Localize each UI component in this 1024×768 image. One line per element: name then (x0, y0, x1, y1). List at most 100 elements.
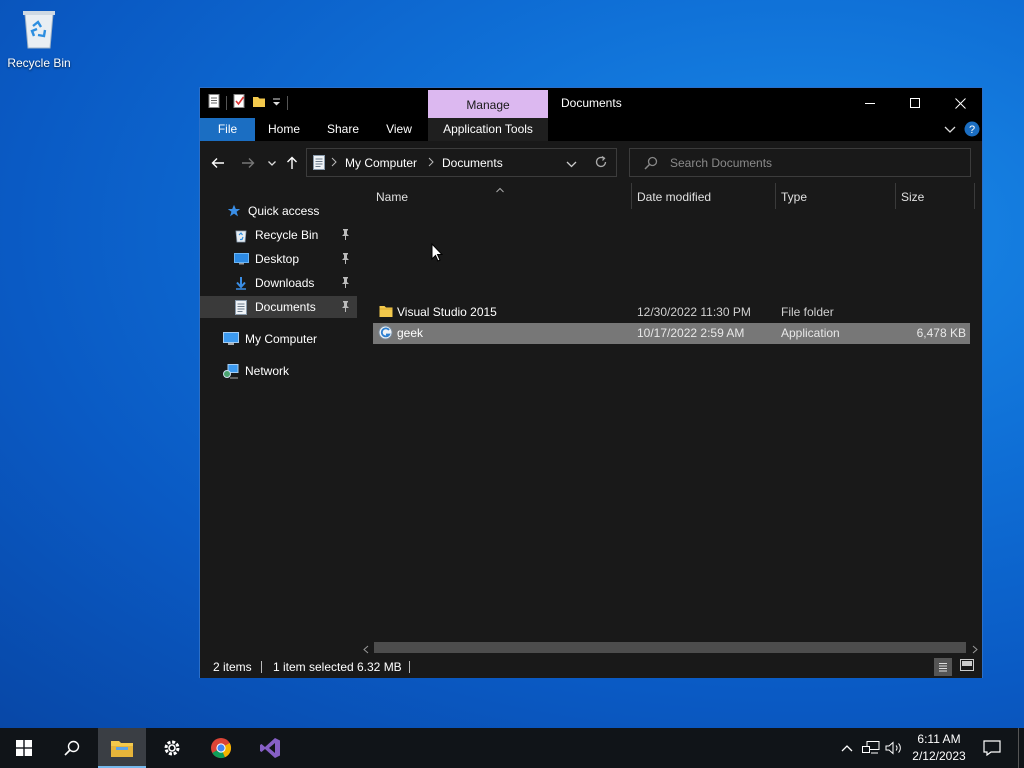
table-row[interactable]: Visual Studio 2015 12/30/2022 11:30 PM F… (373, 302, 970, 323)
file-explorer-icon (111, 741, 133, 757)
taskbar-file-explorer[interactable] (98, 728, 146, 768)
tab-view[interactable]: View (382, 118, 416, 141)
breadcrumb-my-computer[interactable]: My Computer (345, 156, 417, 170)
show-hidden-icons-button[interactable] (838, 728, 856, 768)
sidebar-item-documents[interactable]: Documents (200, 296, 357, 318)
taskbar-visual-studio[interactable] (246, 728, 294, 768)
properties-check-icon[interactable] (233, 94, 246, 111)
breadcrumb-documents[interactable]: Documents (442, 156, 503, 170)
download-arrow-icon (233, 275, 249, 291)
quick-access-toolbar (208, 94, 288, 111)
sidebar-item-label: Recycle Bin (255, 228, 319, 242)
sidebar-item-downloads[interactable]: Downloads (200, 272, 357, 294)
search-placeholder: Search Documents (670, 156, 773, 170)
pin-icon[interactable] (340, 300, 351, 315)
refresh-icon[interactable] (594, 155, 608, 172)
sidebar-item-label: Network (245, 364, 290, 378)
scroll-right-icon[interactable] (972, 643, 978, 657)
tab-application-tools[interactable]: Application Tools (428, 118, 548, 141)
status-item-count: 2 items (213, 660, 252, 674)
chevron-down-icon (268, 161, 276, 166)
back-button[interactable] (208, 153, 228, 173)
show-desktop-button[interactable] (1018, 728, 1019, 768)
status-selected: 1 item selected (273, 660, 354, 674)
tab-file[interactable]: File (200, 118, 255, 141)
recent-locations-button[interactable] (262, 153, 282, 173)
start-button[interactable] (0, 728, 48, 768)
up-button[interactable] (282, 153, 302, 173)
new-folder-icon[interactable] (252, 94, 266, 111)
volume-tray-button[interactable] (884, 728, 904, 768)
minimize-button[interactable] (847, 88, 893, 118)
large-icons-view-button[interactable] (960, 659, 974, 674)
details-view-button[interactable] (934, 658, 952, 676)
sidebar-item-quick-access[interactable]: Quick access (200, 200, 357, 222)
breadcrumb-separator-icon (331, 156, 337, 170)
taskbar-chrome[interactable] (197, 728, 245, 768)
document-properties-icon[interactable] (208, 94, 220, 111)
sidebar-item-label: Downloads (255, 276, 315, 290)
documents-icon (233, 299, 249, 315)
search-button[interactable] (48, 728, 96, 768)
visual-studio-icon (260, 738, 280, 758)
sidebar-item-network[interactable]: Network (200, 360, 357, 382)
speaker-icon (885, 741, 901, 755)
search-input[interactable]: Search Documents (629, 148, 971, 177)
file-type: Application (781, 326, 840, 340)
address-row: My Computer Documents Search Documents (200, 141, 982, 183)
desktop-icon-recycle-bin[interactable]: Recycle Bin (4, 6, 74, 70)
taskbar-clock[interactable]: 6:11 AM 2/12/2023 (905, 731, 973, 765)
sidebar-item-desktop[interactable]: Desktop (200, 248, 357, 270)
clock-time: 6:11 AM (917, 732, 961, 746)
status-bar: 2 items 1 item selected 6.32 MB (200, 656, 982, 678)
address-history-icon[interactable] (566, 158, 577, 172)
recycle-bin-icon (233, 227, 249, 243)
column-header-date-modified[interactable]: Date modified (631, 183, 775, 211)
pin-icon[interactable] (340, 252, 351, 267)
sidebar-item-my-computer[interactable]: My Computer (200, 328, 357, 350)
file-name: geek (397, 326, 424, 340)
title-bar[interactable]: Manage Documents (200, 88, 982, 118)
tab-manage[interactable]: Manage (428, 90, 548, 118)
file-date: 12/30/2022 11:30 PM (637, 305, 751, 319)
column-header-size[interactable]: Size (895, 183, 975, 211)
mouse-cursor-icon (431, 242, 444, 265)
horizontal-scrollbar[interactable] (360, 639, 982, 656)
maximize-button[interactable] (892, 88, 938, 118)
taskbar-settings[interactable] (148, 728, 196, 768)
column-header-name[interactable]: Name (360, 183, 631, 211)
minimize-icon (865, 103, 875, 104)
windows-logo-icon (16, 740, 32, 756)
tab-share[interactable]: Share (322, 118, 364, 141)
forward-button[interactable] (238, 153, 258, 173)
column-header-type[interactable]: Type (775, 183, 895, 211)
folder-icon (379, 304, 393, 321)
sidebar-item-label: Desktop (255, 252, 300, 266)
pin-icon[interactable] (340, 276, 351, 291)
help-icon[interactable]: ? (964, 121, 980, 140)
close-button[interactable] (937, 88, 983, 118)
file-type: File folder (781, 305, 834, 319)
tab-home[interactable]: Home (264, 118, 304, 141)
pin-icon[interactable] (340, 228, 351, 243)
arrow-left-icon (211, 158, 224, 168)
application-icon (378, 325, 393, 343)
details-view-icon (939, 662, 947, 671)
large-icons-view-icon (960, 659, 974, 671)
svg-text:?: ? (969, 124, 975, 136)
navigation-pane: Quick access Recycle Bin Desktop Downloa… (200, 183, 357, 652)
scroll-left-icon[interactable] (363, 643, 369, 657)
search-icon (64, 740, 80, 756)
address-bar[interactable]: My Computer Documents (306, 148, 617, 177)
clock-date: 2/12/2023 (912, 749, 966, 763)
action-center-button[interactable] (978, 728, 1006, 768)
expand-ribbon-icon[interactable] (944, 123, 956, 138)
customize-toolbar-icon[interactable] (272, 96, 281, 110)
ribbon-tabs: File Home Share View Application Tools ? (200, 118, 982, 141)
scrollbar-thumb[interactable] (374, 642, 966, 653)
network-tray-button[interactable] (860, 728, 882, 768)
arrow-right-icon (242, 158, 255, 168)
table-row[interactable]: geek 10/17/2022 2:59 AM Application 6,47… (373, 323, 970, 344)
sidebar-item-recycle-bin[interactable]: Recycle Bin (200, 224, 357, 246)
arrow-up-icon (287, 156, 297, 169)
